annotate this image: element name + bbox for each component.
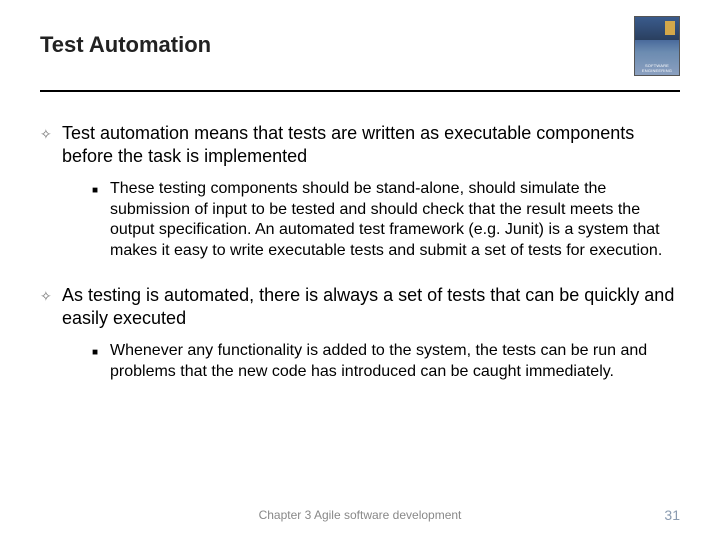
square-bullet-icon: ■ [92, 179, 110, 262]
slide-header: Test Automation SOFTWARE ENGINEERING [40, 32, 680, 92]
list-item: ■ Whenever any functionality is added to… [92, 341, 680, 383]
slide-content: ✧ Test automation means that tests are w… [40, 122, 680, 396]
sub-bullet-text: Whenever any functionality is added to t… [110, 341, 680, 383]
sub-bullet-list: ■ These testing components should be sta… [92, 179, 680, 262]
slide-title: Test Automation [40, 32, 211, 58]
book-cover-label: SOFTWARE ENGINEERING [635, 63, 679, 73]
slide: Test Automation SOFTWARE ENGINEERING ✧ T… [0, 0, 720, 540]
slide-footer: Chapter 3 Agile software development 31 [0, 508, 720, 522]
sub-bullet-list: ■ Whenever any functionality is added to… [92, 341, 680, 383]
footer-chapter: Chapter 3 Agile software development [259, 508, 462, 522]
bullet-list: ✧ Test automation means that tests are w… [40, 122, 680, 396]
list-item: ✧ Test automation means that tests are w… [40, 122, 680, 276]
page-number: 31 [664, 507, 680, 523]
sub-bullet-text: These testing components should be stand… [110, 179, 680, 262]
diamond-bullet-icon: ✧ [40, 284, 62, 396]
list-item-text: As testing is automated, there is always… [62, 284, 680, 396]
bullet-text: As testing is automated, there is always… [62, 285, 674, 328]
square-bullet-icon: ■ [92, 341, 110, 383]
list-item: ■ These testing components should be sta… [92, 179, 680, 262]
list-item-text: Test automation means that tests are wri… [62, 122, 680, 276]
list-item: ✧ As testing is automated, there is alwa… [40, 284, 680, 396]
book-cover-icon: SOFTWARE ENGINEERING [634, 16, 680, 76]
diamond-bullet-icon: ✧ [40, 122, 62, 276]
bullet-text: Test automation means that tests are wri… [62, 123, 634, 166]
